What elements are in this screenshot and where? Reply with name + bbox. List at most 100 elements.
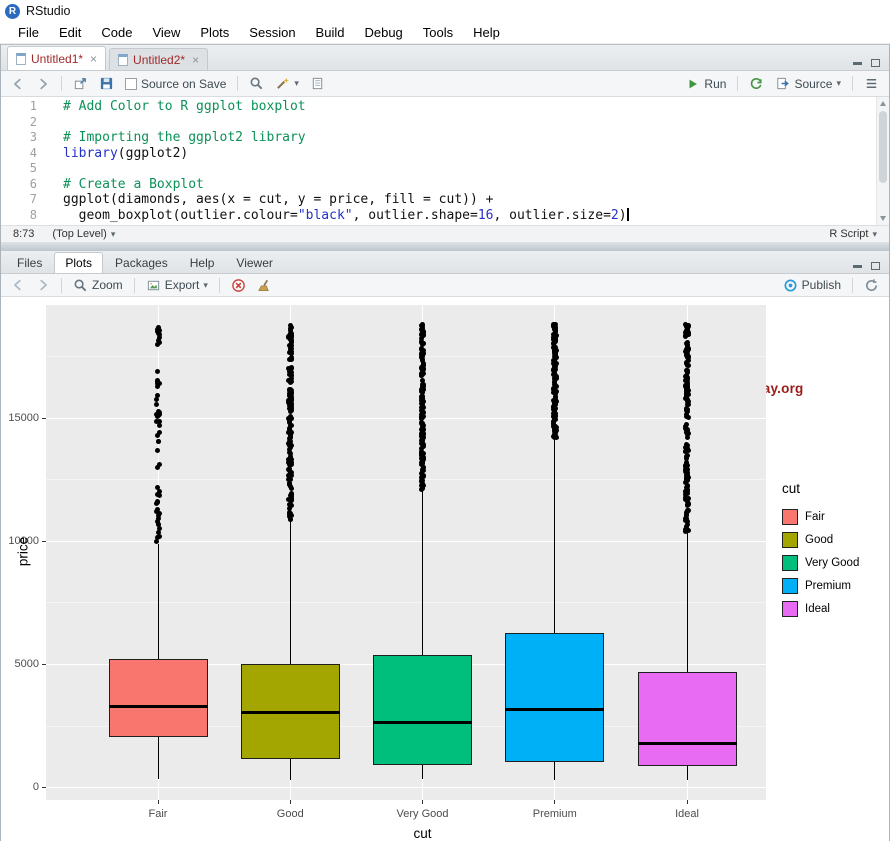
tab-help[interactable]: Help <box>180 253 225 273</box>
clear-all-plots-button[interactable] <box>254 277 275 294</box>
export-button[interactable]: Export▾ <box>143 277 211 294</box>
outlier-dot <box>684 513 689 518</box>
menu-item-tools[interactable]: Tools <box>413 23 463 42</box>
code-line[interactable]: # Add Color to R ggplot boxplot <box>63 99 862 115</box>
source-button[interactable]: Source▾ <box>772 75 844 92</box>
scope-selector[interactable]: (Top Level) ▾ <box>52 228 115 240</box>
scrollbar-thumb[interactable] <box>879 111 887 183</box>
tab-viewer[interactable]: Viewer <box>226 253 282 273</box>
tab-plots[interactable]: Plots <box>54 252 103 273</box>
outlier-dot <box>686 431 691 436</box>
text-cursor <box>627 208 629 221</box>
code-segment: # Create a Boxplot <box>63 177 204 192</box>
outlier-dot <box>419 416 424 421</box>
chevron-down-icon: ▾ <box>294 79 299 88</box>
x-tick-mark <box>687 800 688 804</box>
previous-plot-button[interactable] <box>8 277 28 293</box>
menu-item-session[interactable]: Session <box>239 23 305 42</box>
editor-scrollbar[interactable] <box>876 97 889 225</box>
y-tick-label: 15000 <box>1 412 39 424</box>
checkbox-icon[interactable] <box>125 78 137 90</box>
outlier-dot <box>154 419 159 424</box>
open-in-new-window-button[interactable] <box>70 75 91 92</box>
menu-item-edit[interactable]: Edit <box>49 23 91 42</box>
source-on-save-checkbox[interactable]: Source on Save <box>122 76 229 92</box>
code-line[interactable]: ggplot(diamonds, aes(x = cut, y = price,… <box>63 192 862 208</box>
maximize-icon <box>871 262 880 270</box>
menu-item-help[interactable]: Help <box>463 23 510 42</box>
run-button[interactable]: Run <box>683 76 729 92</box>
code-text[interactable]: # Add Color to R ggplot boxplot # Importi… <box>47 97 876 225</box>
outlier-dot <box>155 384 160 389</box>
menu-item-build[interactable]: Build <box>306 23 355 42</box>
menu-item-view[interactable]: View <box>142 23 190 42</box>
compile-report-button[interactable] <box>307 75 328 92</box>
toolbar-separator <box>852 278 853 293</box>
source-tab-untitled1[interactable]: Untitled1*× <box>7 46 106 70</box>
scroll-down-icon[interactable] <box>880 216 886 221</box>
refresh-plot-button[interactable] <box>861 277 882 294</box>
zoom-button[interactable]: Zoom <box>70 277 126 294</box>
code-editor[interactable]: 123456789 # Add Color to R ggplot boxplo… <box>1 97 889 225</box>
document-outline-button[interactable] <box>861 75 882 92</box>
tab-packages[interactable]: Packages <box>105 253 178 273</box>
code-line[interactable]: library(ggplot2) <box>63 146 862 162</box>
publish-icon <box>783 278 798 293</box>
outlier-dot <box>420 481 425 486</box>
menu-item-code[interactable]: Code <box>91 23 142 42</box>
x-tick-mark <box>422 800 423 804</box>
magnifier-icon <box>249 76 264 91</box>
outlier-dot <box>553 426 558 431</box>
menu-item-plots[interactable]: Plots <box>190 23 239 42</box>
file-type-selector[interactable]: R Script ▾ <box>829 228 877 240</box>
outlier-dot <box>287 510 292 515</box>
outlier-dot <box>155 492 160 497</box>
back-button[interactable] <box>8 76 28 92</box>
code-line[interactable] <box>63 223 862 225</box>
outlier-dot <box>552 407 557 412</box>
code-tools-button[interactable]: ▾ <box>272 75 302 92</box>
menu-item-debug[interactable]: Debug <box>354 23 412 42</box>
menu-item-file[interactable]: File <box>8 23 49 42</box>
toolbar-separator <box>134 278 135 293</box>
code-line[interactable] <box>63 115 862 131</box>
maximize-source-pane-button[interactable] <box>867 56 883 70</box>
minimize-plots-pane-button[interactable] <box>849 259 865 273</box>
tab-files[interactable]: Files <box>7 253 52 273</box>
code-line[interactable]: # Importing the ggplot2 library <box>63 130 862 146</box>
toolbar-separator <box>61 76 62 91</box>
maximize-plots-pane-button[interactable] <box>867 259 883 273</box>
run-label: Run <box>704 77 726 91</box>
next-plot-button[interactable] <box>33 277 53 293</box>
source-tabs: Untitled1*×Untitled2*× <box>7 46 847 70</box>
code-line[interactable]: geom_boxplot(outlier.colour="black", out… <box>63 208 862 224</box>
save-button[interactable] <box>96 75 117 92</box>
y-tick-mark <box>42 418 46 419</box>
boxplot-box <box>373 655 472 765</box>
forward-button[interactable] <box>33 76 53 92</box>
y-tick-mark <box>42 541 46 542</box>
legend-title: cut <box>782 481 887 496</box>
outlier-dot <box>157 462 162 467</box>
code-line[interactable] <box>63 161 862 177</box>
broom-icon <box>257 278 272 293</box>
minimize-source-pane-button[interactable] <box>849 56 865 70</box>
outlier-dot <box>421 329 426 334</box>
close-icon[interactable]: × <box>190 53 199 67</box>
pane-splitter[interactable] <box>1 242 889 251</box>
source-tab-untitled2[interactable]: Untitled2*× <box>109 48 208 70</box>
code-segment: , outlier.size= <box>494 208 611 223</box>
scroll-up-icon[interactable] <box>880 101 886 106</box>
publish-label: Publish <box>802 278 841 292</box>
refresh-icon <box>864 278 879 293</box>
rerun-button[interactable] <box>746 75 767 92</box>
find-replace-button[interactable] <box>246 75 267 92</box>
boxplot-box <box>109 659 208 737</box>
outlier-dot <box>685 370 690 375</box>
close-icon[interactable]: × <box>88 52 97 66</box>
legend-swatch <box>782 532 798 548</box>
bottom-tabs: FilesPlotsPackagesHelpViewer <box>7 252 847 273</box>
remove-plot-button[interactable] <box>228 277 249 294</box>
publish-button[interactable]: Publish <box>780 277 844 294</box>
code-line[interactable]: # Create a Boxplot <box>63 177 862 193</box>
